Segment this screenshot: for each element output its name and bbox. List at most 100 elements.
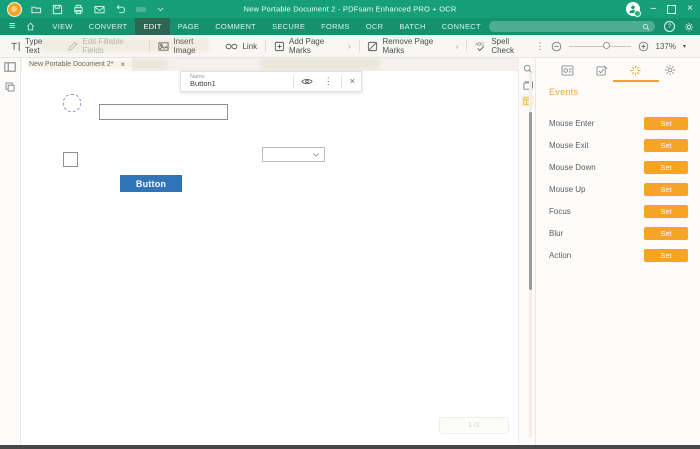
home-icon[interactable] [26,22,35,31]
document-tab[interactable]: New Portable Document 2* × [22,58,133,71]
print-icon[interactable] [73,4,84,15]
toolbar-separator [149,40,151,52]
user-avatar[interactable] [625,2,641,17]
zoom-out-icon[interactable] [551,41,562,52]
page-indicator[interactable]: 1 /1 [439,417,509,434]
popup-separator [292,75,294,88]
help-icon[interactable]: ? [664,21,675,32]
spell-check-button[interactable]: ABC Spell Check ⋮ [469,35,550,57]
menu-item-view[interactable]: VIEW [44,18,80,35]
link-icon [225,42,238,51]
document-page[interactable]: Button 1 /1 [21,71,518,445]
svg-text:ABC: ABC [475,41,485,46]
search-input[interactable] [489,21,655,32]
field-name-popup: Name Button1 ⋮ × [180,71,362,92]
menu-item-convert[interactable]: CONVERT [81,18,136,35]
menu-item-forms[interactable]: FORMS [313,18,358,35]
event-row-action: Action Set [549,248,688,262]
maximize-button[interactable] [667,4,677,14]
mail-icon[interactable] [94,4,105,15]
submenu-arrow-icon: › [455,41,459,51]
field-events-tab-icon[interactable] [629,64,642,77]
properties-panel: Events Mouse Enter Set Mouse Exit Set Mo… [535,58,700,445]
page-tools-rail [518,58,535,445]
menu-item-batch[interactable]: BATCH [391,18,433,35]
menu-item-connect[interactable]: CONNECT [434,18,489,35]
save-icon[interactable] [52,4,63,15]
event-row-focus: Focus Set [549,204,688,218]
submenu-arrow-icon: › [348,41,351,51]
disabled-redo-icon [136,6,146,12]
form-checkbox-field[interactable] [63,152,78,167]
set-button[interactable]: Set [644,182,688,196]
panel-toggle-icon[interactable] [4,62,16,72]
settings-gear-icon[interactable] [684,22,694,32]
field-options-tab-icon[interactable] [596,65,608,76]
toolbar-separator [265,40,267,52]
app-window: New Portable Document 2 - PDFsam Enhance… [0,0,700,449]
active-tab-underline [613,80,659,82]
document-tab-title: New Portable Document 2* [29,61,114,68]
field-appearance-tab-icon[interactable] [561,64,574,76]
popup-separator [340,75,342,88]
popup-close-icon[interactable]: × [350,77,355,86]
page-thumbnails-icon[interactable] [5,82,15,92]
menu-item-page[interactable]: PAGE [170,18,207,35]
set-button[interactable]: Set [644,138,688,152]
field-name-input[interactable]: Name Button1 [181,74,225,89]
event-row-blur: Blur Set [549,226,688,240]
form-text-field[interactable] [99,104,228,120]
undo-icon[interactable] [115,4,126,15]
radio-field-selection-marquee[interactable] [63,94,81,112]
titlebar: New Portable Document 2 - PDFsam Enhance… [0,0,700,18]
menu-item-comment[interactable]: COMMENT [207,18,264,35]
tab-close-icon[interactable]: × [120,60,125,69]
set-button[interactable]: Set [644,204,688,218]
zoom-level[interactable]: 137% [656,42,676,51]
menu-item-ocr[interactable]: OCR [358,18,392,35]
set-button[interactable]: Set [644,248,688,262]
set-button[interactable]: Set [644,116,688,130]
form-dropdown-field[interactable] [262,147,325,162]
add-page-marks-icon [274,41,285,52]
minimize-button[interactable]: – [651,4,657,14]
insert-image-button[interactable]: Insert Image [152,35,219,57]
properties-panel-tabs [536,58,700,82]
window-title: New Portable Document 2 - PDFsam Enhance… [243,4,457,14]
toolbar-chevron-icon[interactable] [156,5,165,14]
field-settings-tab-icon[interactable] [664,64,676,76]
edit-fillable-fields-button[interactable]: Edit Fillable Fields [61,35,147,57]
zoom-dropdown-icon[interactable]: ▾ [683,43,686,50]
hamburger-menu-icon[interactable]: ≡ [9,18,15,35]
menu-item-edit[interactable]: EDIT [135,18,170,35]
type-text-button[interactable]: Type Text [4,35,61,57]
type-text-icon [10,41,21,52]
field-name-value: Button1 [190,79,216,89]
toolbar-separator [466,40,468,52]
remove-page-marks-icon [367,41,378,52]
popup-more-icon[interactable]: ⋮ [324,77,333,86]
event-row-mouse-down: Mouse Down Set [549,160,688,174]
set-button[interactable]: Set [644,160,688,174]
search-icon [642,23,650,31]
zoom-slider-knob[interactable] [602,42,610,49]
open-file-icon[interactable] [31,4,42,15]
highlight-fields-toggle[interactable] [521,95,534,107]
app-logo-icon [7,1,22,17]
menu-item-secure[interactable]: SECURE [264,18,313,35]
remove-page-marks-button[interactable]: Remove Page Marks › [361,35,464,57]
zoom-slider[interactable] [568,42,631,49]
close-button[interactable]: × [687,4,693,14]
left-rail [0,58,21,445]
event-row-mouse-up: Mouse Up Set [549,182,688,196]
vertical-scrollbar-thumb[interactable] [529,112,532,290]
add-page-marks-button[interactable]: Add Page Marks › [268,35,357,57]
overflow-icon[interactable]: ⋮ [535,41,544,52]
link-button[interactable]: Link [219,35,263,57]
form-push-button[interactable]: Button [120,175,182,192]
field-visibility-icon[interactable] [296,77,318,86]
set-button[interactable]: Set [644,226,688,240]
event-row-mouse-exit: Mouse Exit Set [549,138,688,152]
menubar: ≡ VIEW CONVERT EDIT PAGE COMMENT SECURE … [0,18,700,35]
zoom-in-icon[interactable] [638,41,649,52]
